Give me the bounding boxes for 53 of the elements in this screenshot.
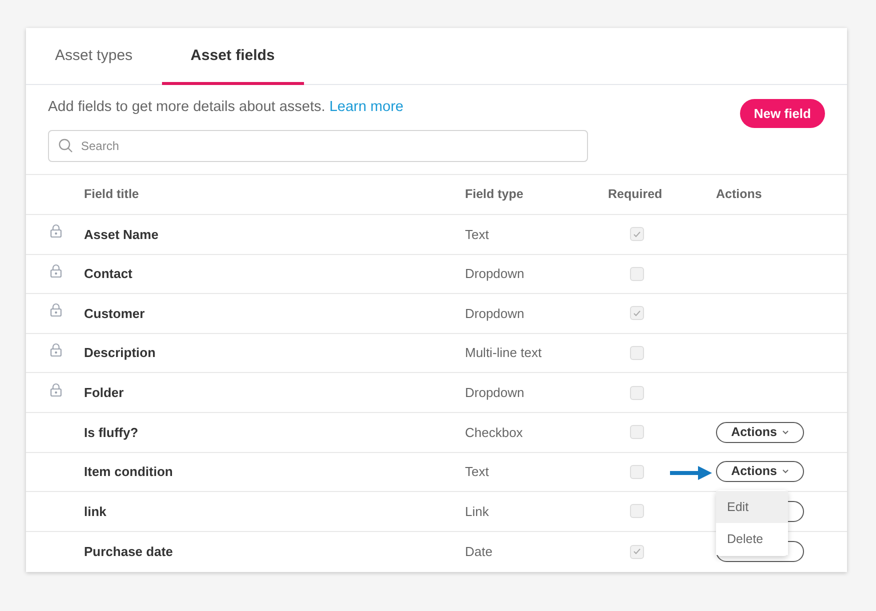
field-type: Text <box>465 463 490 482</box>
description-text: Add fields to get more details about assets. Learn more <box>48 98 404 117</box>
lock-icon <box>50 343 62 358</box>
field-type: Date <box>465 542 494 561</box>
field-title: Is fluffy? <box>84 424 140 442</box>
lock-icon <box>50 382 62 397</box>
required-checkbox[interactable] <box>630 425 644 440</box>
required-checkbox[interactable] <box>630 386 644 400</box>
required-checkbox[interactable] <box>630 346 644 360</box>
field-type: Multi-line text <box>465 344 543 362</box>
field-title: link <box>84 502 108 521</box>
menu-item[interactable]: Edit <box>716 491 788 523</box>
arrow-icon <box>669 464 713 481</box>
column-header: Field type <box>465 186 524 204</box>
lock-icon <box>50 264 62 278</box>
column-header: Required <box>608 186 664 204</box>
field-title: Purchase date <box>84 542 174 561</box>
lock-icon <box>50 303 62 318</box>
field-title: Description <box>84 344 157 362</box>
field-title: Asset Name <box>84 226 160 244</box>
required-checkbox[interactable] <box>630 306 644 320</box>
field-title: Item condition <box>84 463 174 482</box>
tab[interactable]: Asset types <box>55 28 162 85</box>
check-icon <box>633 230 641 238</box>
required-checkbox[interactable] <box>630 464 644 479</box>
field-title: Folder <box>84 384 125 402</box>
field-type: Checkbox <box>465 424 524 442</box>
check-icon <box>633 548 641 556</box>
field-type: Dropdown <box>465 304 526 323</box>
chevron-down-icon <box>782 430 789 435</box>
actions-button[interactable]: Actions <box>716 461 804 482</box>
check-icon <box>633 310 641 317</box>
required-checkbox[interactable] <box>630 504 644 518</box>
field-type: Text <box>465 226 490 244</box>
field-type: Dropdown <box>465 384 526 402</box>
field-title: Customer <box>84 304 146 323</box>
chevron-down-icon <box>782 469 789 474</box>
field-type: Link <box>465 502 490 521</box>
learn-more-link[interactable]: Learn more <box>329 99 404 115</box>
search-field[interactable]: Search <box>48 130 588 162</box>
tab[interactable]: Asset fields <box>162 28 304 85</box>
field-type: Dropdown <box>465 265 526 284</box>
required-checkbox[interactable] <box>630 266 644 281</box>
required-checkbox[interactable] <box>630 227 644 242</box>
required-checkbox[interactable] <box>630 544 644 559</box>
actions-button[interactable]: Actions <box>716 422 804 443</box>
menu-item[interactable]: Delete <box>716 523 788 555</box>
search-icon <box>58 138 73 153</box>
column-header: Field title <box>84 186 140 204</box>
new-field-button[interactable]: New field <box>740 99 825 128</box>
lock-icon <box>50 224 62 238</box>
column-header: Actions <box>716 186 762 204</box>
field-title: Contact <box>84 265 134 284</box>
